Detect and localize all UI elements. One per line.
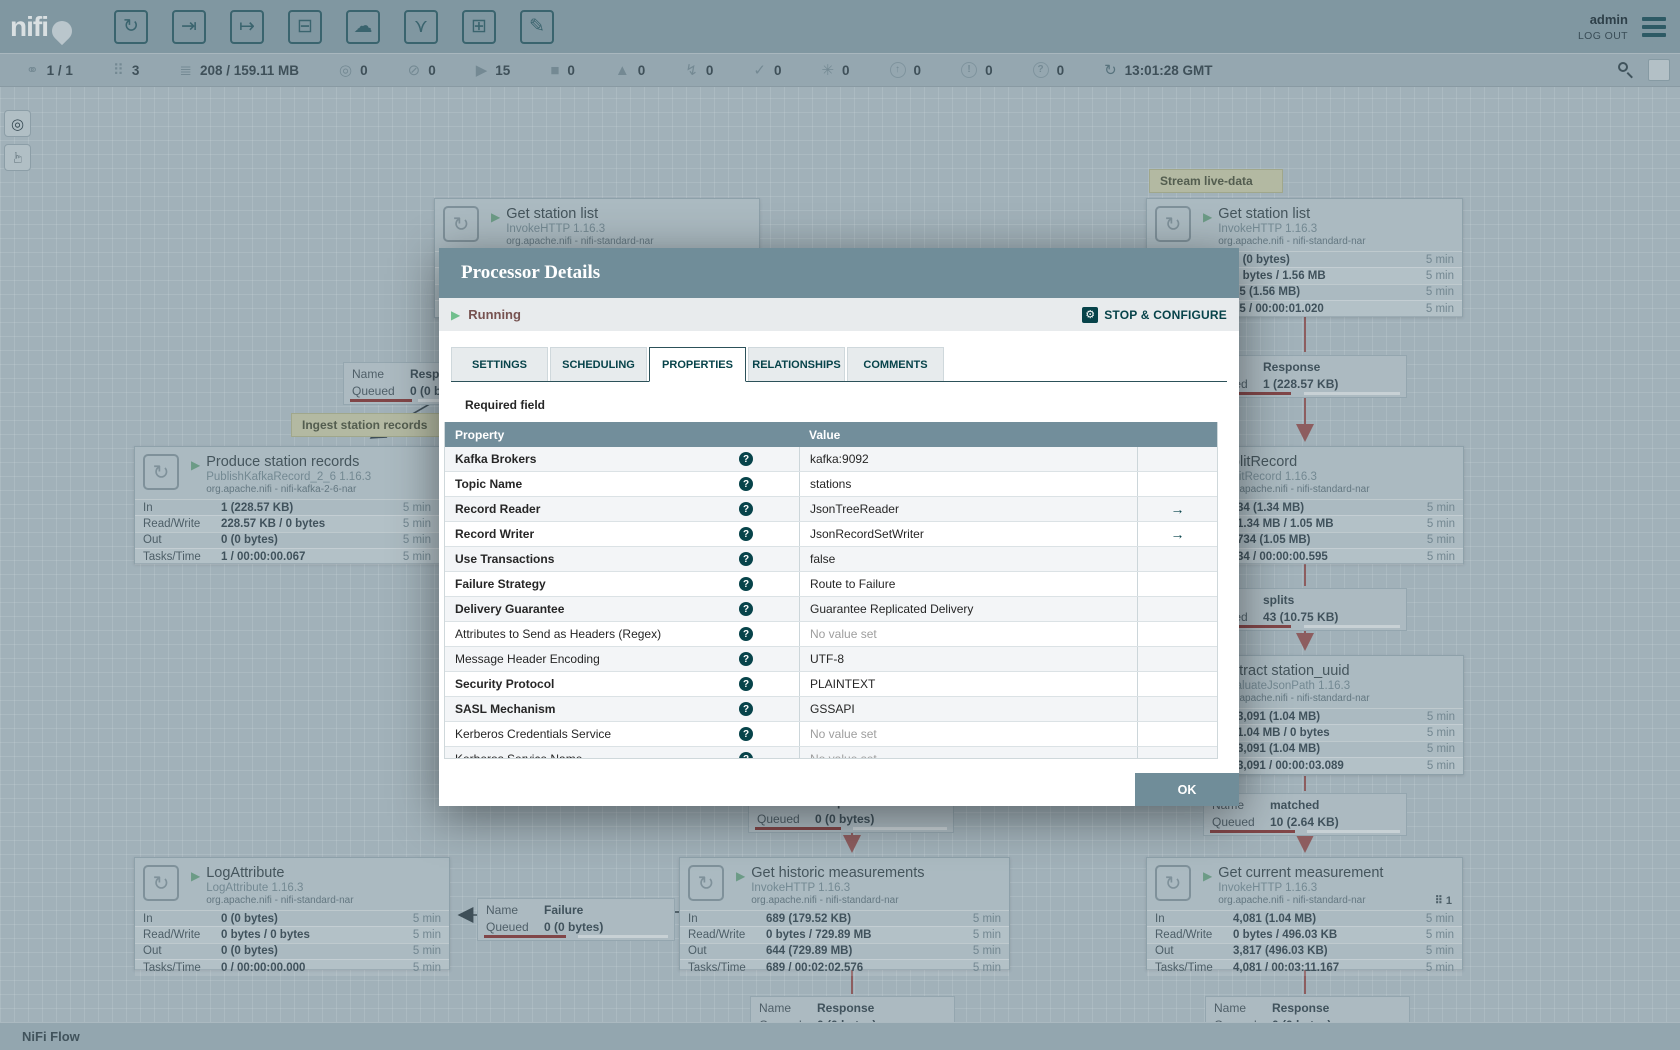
stop-and-configure-button[interactable]: ⚙ STOP & CONFIGURE (1082, 306, 1227, 323)
property-name: Kerberos Credentials Service (455, 727, 612, 741)
goto-service-icon[interactable] (1137, 672, 1217, 696)
property-value: stations (810, 477, 852, 491)
goto-service-icon[interactable] (1137, 697, 1217, 721)
stop-and-configure-label: STOP & CONFIGURE (1104, 307, 1227, 322)
property-value: No value set (810, 627, 877, 641)
property-value: JsonRecordSetWriter (810, 527, 924, 541)
property-value: No value set (810, 727, 877, 741)
property-name: Record Writer (455, 527, 535, 541)
property-row: Security Protocol ? PLAINTEXT (445, 672, 1217, 697)
property-row: Message Header Encoding ? UTF-8 (445, 647, 1217, 672)
running-icon: ▶ (451, 307, 461, 322)
property-value: Guarantee Replicated Delivery (810, 602, 974, 616)
properties-table-header: Property Value (445, 422, 1217, 447)
processor-details-dialog: Processor Details ▶ Running ⚙ STOP & CON… (439, 248, 1239, 806)
property-name: Delivery Guarantee (455, 602, 565, 616)
property-name: Security Protocol (455, 677, 555, 691)
help-icon[interactable]: ? (739, 627, 753, 641)
property-row: Kerberos Service Name ? No value set (445, 747, 1217, 758)
goto-service-icon[interactable] (1137, 572, 1217, 596)
property-row: Record Writer ? JsonRecordSetWriter → (445, 522, 1217, 547)
property-value: Route to Failure (810, 577, 896, 591)
help-icon[interactable]: ? (739, 652, 753, 666)
property-value: JsonTreeReader (810, 502, 899, 516)
property-value: No value set (810, 752, 877, 758)
property-name: Record Reader (455, 502, 541, 516)
property-value: GSSAPI (810, 702, 855, 716)
gear-icon: ⚙ (1082, 306, 1099, 323)
property-value: false (810, 552, 836, 566)
goto-service-icon[interactable] (1137, 597, 1217, 621)
goto-service-icon[interactable]: → (1137, 522, 1217, 546)
run-state-text: Running (468, 307, 521, 322)
property-row: SASL Mechanism ? GSSAPI (445, 697, 1217, 722)
dialog-title: Processor Details (461, 262, 601, 283)
property-row: Failure Strategy ? Route to Failure (445, 572, 1217, 597)
help-icon[interactable]: ? (739, 477, 753, 491)
dialog-tab[interactable]: PROPERTIES (649, 347, 746, 382)
goto-service-icon[interactable] (1137, 547, 1217, 571)
properties-table-body: Kafka Brokers ? kafka:9092 Topic Name ? … (445, 447, 1217, 758)
property-column-header: Property (455, 427, 505, 442)
property-row: Record Reader ? JsonTreeReader → (445, 497, 1217, 522)
property-value: kafka:9092 (810, 452, 869, 466)
dialog-tabs: SETTINGS SCHEDULING PROPERTIES RELATIONSHIP… (451, 347, 1227, 382)
dialog-tab[interactable]: SETTINGS (451, 347, 548, 381)
dialog-status-row: ▶ Running ⚙ STOP & CONFIGURE (439, 298, 1239, 331)
property-value: PLAINTEXT (810, 677, 876, 691)
help-icon[interactable]: ? (739, 552, 753, 566)
property-row: Attributes to Send as Headers (Regex) ? … (445, 622, 1217, 647)
goto-service-icon[interactable] (1137, 747, 1217, 758)
dialog-tab[interactable]: RELATIONSHIPS (748, 347, 845, 381)
ok-button[interactable]: OK (1135, 773, 1239, 806)
help-icon[interactable]: ? (739, 452, 753, 466)
help-icon[interactable]: ? (739, 702, 753, 716)
help-icon[interactable]: ? (739, 527, 753, 541)
help-icon[interactable]: ? (739, 602, 753, 616)
goto-service-icon[interactable] (1137, 472, 1217, 496)
property-name: Failure Strategy (455, 577, 546, 591)
property-name: SASL Mechanism (455, 702, 556, 716)
property-name: Attributes to Send as Headers (Regex) (455, 627, 662, 641)
required-field-note: Required field (465, 398, 546, 412)
property-row: Kerberos Credentials Service ? No value … (445, 722, 1217, 747)
goto-service-icon[interactable] (1137, 647, 1217, 671)
property-row: Topic Name ? stations (445, 472, 1217, 497)
dialog-tab[interactable]: SCHEDULING (550, 347, 647, 381)
dialog-tab[interactable]: COMMENTS (847, 347, 944, 381)
properties-table: Property Value Kafka Brokers ? kafka:909… (444, 422, 1218, 759)
help-icon[interactable]: ? (739, 752, 753, 758)
property-row: Use Transactions ? false (445, 547, 1217, 572)
goto-service-icon[interactable] (1137, 622, 1217, 646)
dialog-header: Processor Details (439, 248, 1239, 298)
help-icon[interactable]: ? (739, 727, 753, 741)
goto-service-icon[interactable] (1137, 722, 1217, 746)
property-name: Topic Name (455, 477, 523, 491)
property-row: Kafka Brokers ? kafka:9092 (445, 447, 1217, 472)
property-row: Delivery Guarantee ? Guarantee Replicate… (445, 597, 1217, 622)
property-value: UTF-8 (810, 652, 844, 666)
help-icon[interactable]: ? (739, 677, 753, 691)
goto-service-icon[interactable]: → (1137, 497, 1217, 521)
value-column-header: Value (809, 427, 841, 442)
help-icon[interactable]: ? (739, 502, 753, 516)
property-name: Message Header Encoding (455, 652, 600, 666)
goto-service-icon[interactable] (1137, 447, 1217, 471)
property-name: Kerberos Service Name (455, 752, 739, 758)
property-name: Kafka Brokers (455, 452, 537, 466)
property-name: Use Transactions (455, 552, 555, 566)
help-icon[interactable]: ? (739, 577, 753, 591)
